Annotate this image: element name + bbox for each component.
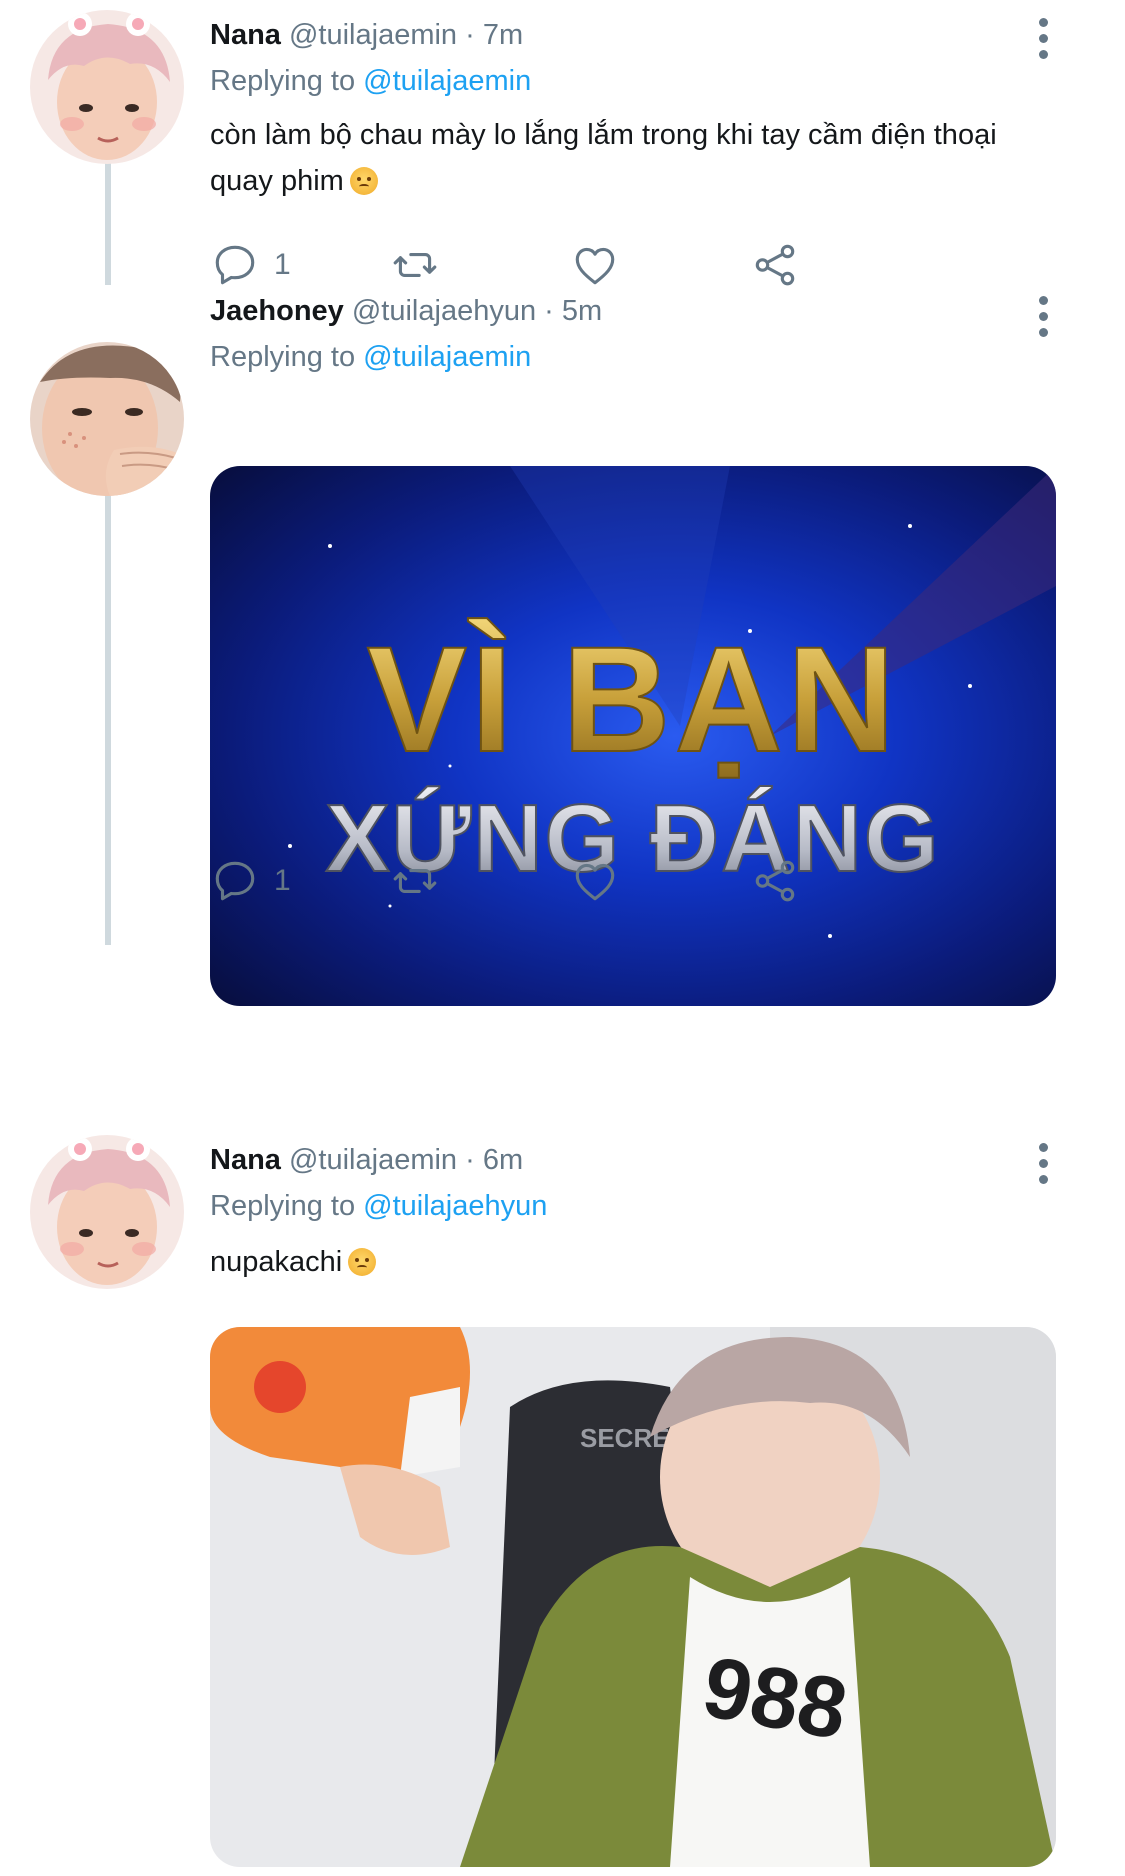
display-name[interactable]: Jaehoney xyxy=(210,295,344,327)
media-image: VÌ BẠN XỨNG ĐÁNG xyxy=(210,466,1056,1006)
tweet-text-content: còn làm bộ chau mày lo lắng lắm trong kh… xyxy=(210,119,997,197)
replying-to: Replying to @tuilajaemin xyxy=(210,63,531,99)
tweet-header: Nana @tuilajaemin · 7m xyxy=(210,17,523,53)
replying-to: Replying to @tuilajaehyun xyxy=(210,1188,547,1224)
display-name[interactable]: Nana xyxy=(210,19,281,51)
avatar[interactable] xyxy=(30,342,184,496)
reply-mention-link[interactable]: @tuilajaemin xyxy=(363,65,531,97)
reply-mention-link[interactable]: @tuilajaehyun xyxy=(363,1190,547,1222)
share-icon xyxy=(755,860,795,902)
timestamp[interactable]: 6m xyxy=(483,1144,523,1176)
tweet-1[interactable]: Nana @tuilajaemin · 7m Replying to @tuil… xyxy=(0,0,1125,286)
tweet-media-gif[interactable]: VÌ BẠN XỨNG ĐÁNG xyxy=(210,466,1056,1006)
action-bar: 1 xyxy=(210,854,930,908)
avatar[interactable] xyxy=(30,10,184,164)
more-options-button[interactable] xyxy=(1033,296,1053,392)
user-handle[interactable]: @tuilajaehyun xyxy=(352,295,536,327)
separator: · xyxy=(544,295,554,327)
avatar[interactable] xyxy=(30,1135,184,1289)
tweet-text-content: nupakachi xyxy=(210,1246,343,1278)
display-name[interactable]: Nana xyxy=(210,1144,281,1176)
user-handle[interactable]: @tuilajaemin xyxy=(289,1144,457,1176)
media-title-line1: VÌ BẠN xyxy=(367,615,899,783)
separator: · xyxy=(465,1144,475,1176)
retweet-icon xyxy=(393,869,437,893)
replying-label: Replying to xyxy=(210,65,356,97)
tweet-header: Nana @tuilajaemin · 6m xyxy=(210,1142,523,1178)
tweet-text: còn làm bộ chau mày lo lắng lắm trong kh… xyxy=(210,112,1050,204)
reply-button[interactable]: 1 xyxy=(210,854,291,908)
replying-to: Replying to @tuilajaemin xyxy=(210,339,531,375)
reply-mention-link[interactable]: @tuilajaemin xyxy=(363,341,531,373)
more-options-button[interactable] xyxy=(1033,1141,1053,1187)
avatar-image xyxy=(30,10,184,164)
tweet-text: nupakachi xyxy=(210,1239,1050,1285)
reply-count: 1 xyxy=(274,248,291,281)
share-button[interactable] xyxy=(750,854,800,908)
avatar-image xyxy=(30,1135,184,1289)
timestamp[interactable]: 5m xyxy=(562,295,602,327)
angry-face-icon xyxy=(349,167,378,195)
reply-icon xyxy=(215,861,255,901)
retweet-button[interactable] xyxy=(390,854,454,908)
tweet-media-gif[interactable]: SECRET 988 xyxy=(210,1327,1056,1867)
timestamp[interactable]: 7m xyxy=(483,19,523,51)
avatar-image xyxy=(30,342,184,496)
heart-icon xyxy=(575,863,615,901)
angry-face-icon xyxy=(348,1248,377,1276)
tweet-header: Jaehoney @tuilajaehyun · 5m xyxy=(210,293,602,329)
like-button[interactable] xyxy=(570,854,634,908)
replying-label: Replying to xyxy=(210,1190,356,1222)
user-handle[interactable]: @tuilajaemin xyxy=(289,19,457,51)
tweet-3[interactable]: Nana @tuilajaemin · 6m Replying to @tuil… xyxy=(0,1125,1125,1876)
tweet-2[interactable]: Jaehoney @tuilajaehyun · 5m Replying to … xyxy=(0,280,1125,1006)
reply-count: 1 xyxy=(274,864,291,897)
media-image: SECRET 988 xyxy=(210,1327,1056,1867)
more-options-button[interactable] xyxy=(1033,16,1053,62)
separator: · xyxy=(465,19,475,51)
replying-label: Replying to xyxy=(210,341,356,373)
